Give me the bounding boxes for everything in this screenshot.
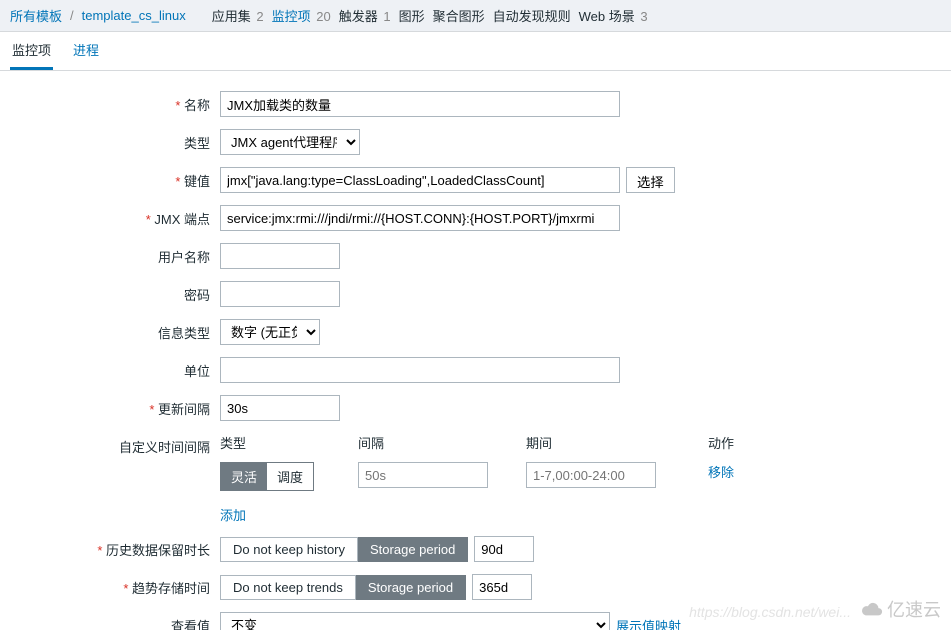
label-jmx: JMX 端点	[10, 205, 220, 228]
bc-all-templates[interactable]: 所有模板	[10, 6, 62, 25]
show-value-map[interactable]: 展示值映射	[616, 616, 681, 630]
ci-add[interactable]: 添加	[220, 505, 246, 524]
ci-flex[interactable]: 灵活	[221, 463, 267, 490]
trend-nokeep[interactable]: Do not keep trends	[220, 575, 356, 600]
label-trend: 趋势存储时间	[10, 574, 220, 597]
user-input[interactable]	[220, 243, 340, 269]
history-toggle[interactable]: Do not keep history Storage period	[220, 537, 468, 562]
pass-input[interactable]	[220, 281, 340, 307]
label-unit: 单位	[10, 357, 220, 380]
key-input[interactable]	[220, 167, 620, 193]
history-storage[interactable]: Storage period	[358, 537, 468, 562]
key-select-button[interactable]: 选择	[626, 167, 675, 193]
label-interval: 更新间隔	[10, 395, 220, 418]
label-user: 用户名称	[10, 243, 220, 266]
item-form: 名称 类型 JMX agent代理程序 键值 选择 JMX 端点 用户名称 密码…	[0, 71, 951, 630]
label-type: 类型	[10, 129, 220, 152]
label-pass: 密码	[10, 281, 220, 304]
trend-value[interactable]	[472, 574, 532, 600]
label-history: 历史数据保留时长	[10, 536, 220, 559]
unit-input[interactable]	[220, 357, 620, 383]
breadcrumb: 所有模板 / template_cs_linux 应用集 2 监控项 20 触发…	[0, 0, 951, 32]
bc-nav-items[interactable]: 监控项 20	[272, 6, 331, 25]
trend-toggle[interactable]: Do not keep trends Storage period	[220, 575, 466, 600]
type-select[interactable]: JMX agent代理程序	[220, 129, 360, 155]
tabs: 监控项 进程	[0, 32, 951, 71]
bc-nav-screens[interactable]: 聚合图形	[433, 6, 485, 25]
bc-sep: /	[70, 8, 74, 23]
ci-row: 灵活 调度 移除	[220, 462, 690, 491]
tab-process[interactable]: 进程	[71, 32, 101, 70]
interval-input[interactable]	[220, 395, 340, 421]
label-infotype: 信息类型	[10, 319, 220, 342]
ci-gap-input[interactable]	[358, 462, 488, 488]
bc-nav-web[interactable]: Web 场景 3	[579, 6, 648, 25]
url-watermark: https://blog.csdn.net/wei...	[689, 604, 851, 620]
cloud-icon	[861, 600, 883, 618]
label-key: 键值	[10, 167, 220, 190]
history-value[interactable]	[474, 536, 534, 562]
bc-template-name[interactable]: template_cs_linux	[82, 8, 186, 23]
ci-period-input[interactable]	[526, 462, 656, 488]
history-nokeep[interactable]: Do not keep history	[220, 537, 358, 562]
ci-header: 类型 间隔 期间 动作	[220, 433, 690, 456]
brand-watermark: 亿速云	[861, 596, 941, 622]
bc-nav-graph[interactable]: 图形	[399, 6, 425, 25]
bc-nav-discovery[interactable]: 自动发现规则	[493, 6, 571, 25]
name-input[interactable]	[220, 91, 620, 117]
label-custom-interval: 自定义时间间隔	[10, 433, 220, 456]
view-select[interactable]: 不变	[220, 612, 610, 630]
bc-nav-triggers[interactable]: 触发器 1	[339, 6, 391, 25]
ci-sched[interactable]: 调度	[267, 463, 313, 490]
tab-item[interactable]: 监控项	[10, 32, 53, 70]
jmx-input[interactable]	[220, 205, 620, 231]
label-name: 名称	[10, 91, 220, 114]
ci-remove[interactable]: 移除	[694, 462, 734, 491]
ci-type-toggle[interactable]: 灵活 调度	[220, 462, 314, 491]
label-view: 查看值	[10, 612, 220, 630]
infotype-select[interactable]: 数字 (无正负)	[220, 319, 320, 345]
trend-storage[interactable]: Storage period	[356, 575, 466, 600]
bc-nav-appset[interactable]: 应用集 2	[212, 6, 264, 25]
